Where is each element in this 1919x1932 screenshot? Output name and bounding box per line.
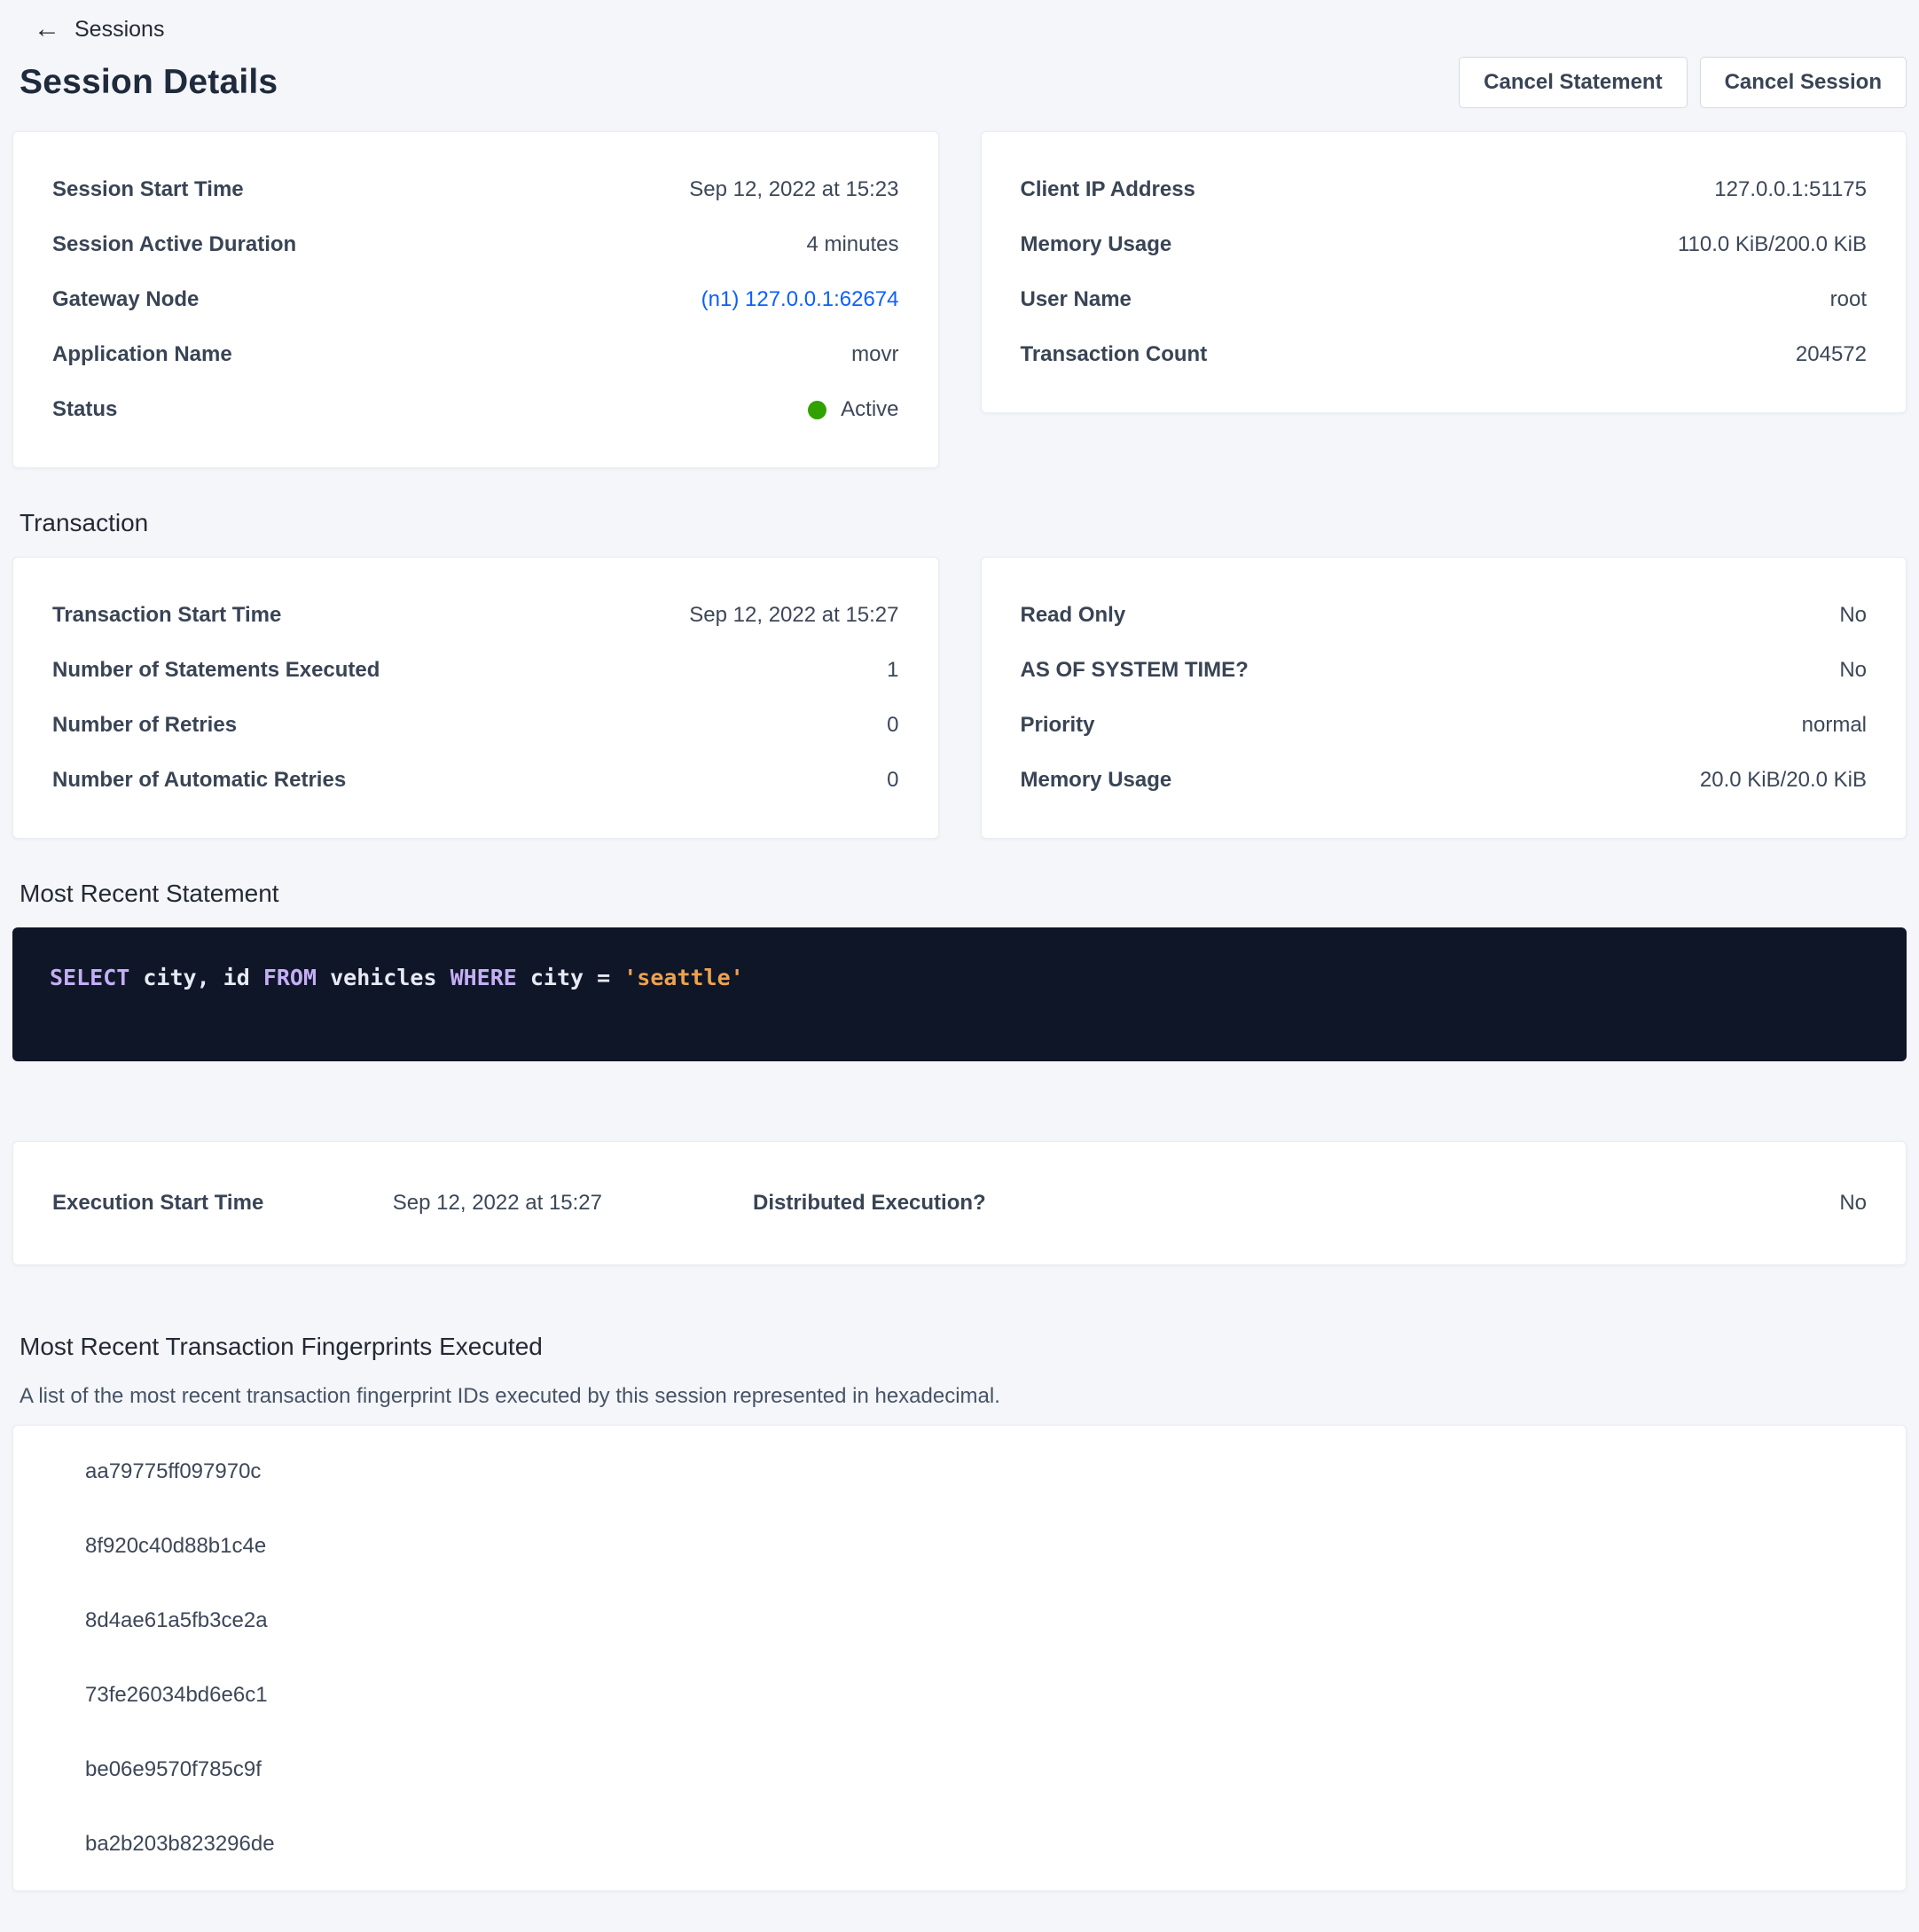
kv-value: No <box>1839 658 1867 683</box>
sql-token-keyword: FROM <box>263 965 317 990</box>
sql-token-plain: vehicles <box>317 965 450 990</box>
kv-value: movr <box>851 342 898 367</box>
kv-label: Transaction Start Time <box>52 603 281 628</box>
kv-label: Client IP Address <box>1021 177 1195 202</box>
kv-label: AS OF SYSTEM TIME? <box>1021 658 1249 683</box>
sql-token-plain: city = <box>517 965 623 990</box>
back-to-sessions-link[interactable]: Sessions <box>74 17 164 43</box>
kv-label: Memory Usage <box>1021 768 1172 793</box>
kv-label: Application Name <box>52 342 232 367</box>
kv-row-application-name: Application Name movr <box>52 327 899 382</box>
fingerprint-list-item: 73fe26034bd6e6c1 <box>13 1658 1906 1733</box>
kv-row-gateway-node: Gateway Node (n1) 127.0.0.1:62674 <box>52 272 899 327</box>
kv-value: 1 <box>887 658 898 683</box>
kv-label: Number of Statements Executed <box>52 658 380 683</box>
kv-row-read-only: Read Only No <box>1021 588 1868 643</box>
sql-token-plain: city, id <box>129 965 263 990</box>
transaction-card-right: Read Only No AS OF SYSTEM TIME? No Prior… <box>981 557 1907 839</box>
transaction-card-left: Transaction Start Time Sep 12, 2022 at 1… <box>12 557 939 839</box>
fingerprint-list-item: be06e9570f785c9f <box>13 1733 1906 1807</box>
kv-row-transaction-count: Transaction Count 204572 <box>1021 327 1868 382</box>
transaction-summary-row: Transaction Start Time Sep 12, 2022 at 1… <box>12 557 1907 839</box>
kv-value: root <box>1830 287 1867 312</box>
status-badge: Active <box>808 397 898 422</box>
kv-label: Priority <box>1021 713 1095 738</box>
kv-row-memory-usage: Memory Usage 110.0 KiB/200.0 KiB <box>1021 217 1868 272</box>
kv-value: normal <box>1802 713 1867 738</box>
fingerprint-list-item: aa79775ff097970c <box>13 1435 1906 1509</box>
status-active-dot-icon <box>808 401 826 419</box>
kv-row-priority: Priority normal <box>1021 698 1868 753</box>
kv-label: User Name <box>1021 287 1132 312</box>
page-title: Session Details <box>20 63 278 102</box>
fingerprints-section-heading: Most Recent Transaction Fingerprints Exe… <box>20 1333 1907 1361</box>
kv-value: 204572 <box>1796 342 1867 367</box>
gateway-node-link[interactable]: (n1) 127.0.0.1:62674 <box>701 287 899 312</box>
header-row: Session Details Cancel Statement Cancel … <box>12 57 1907 108</box>
sql-token-keyword: WHERE <box>450 965 517 990</box>
fingerprints-description: A list of the most recent transaction fi… <box>20 1384 1907 1409</box>
kv-label: Read Only <box>1021 603 1126 628</box>
kv-value: Sep 12, 2022 at 15:23 <box>689 177 898 202</box>
session-summary-row: Session Start Time Sep 12, 2022 at 15:23… <box>12 131 1907 468</box>
kv-label: Execution Start Time <box>52 1191 263 1216</box>
fingerprint-list-item: ba2b203b823296de <box>13 1807 1906 1881</box>
kv-row-transaction-start-time: Transaction Start Time Sep 12, 2022 at 1… <box>52 588 899 643</box>
kv-row-statements-executed: Number of Statements Executed 1 <box>52 643 899 698</box>
fingerprints-card: aa79775ff097970c 8f920c40d88b1c4e 8d4ae6… <box>12 1425 1907 1891</box>
kv-row-session-active-duration: Session Active Duration 4 minutes <box>52 217 899 272</box>
kv-label: Number of Automatic Retries <box>52 768 346 793</box>
cancel-statement-button[interactable]: Cancel Statement <box>1459 57 1687 108</box>
kv-value: 0 <box>887 768 898 793</box>
kv-value: 110.0 KiB/200.0 KiB <box>1678 232 1867 257</box>
fingerprint-list-item: 8f920c40d88b1c4e <box>13 1509 1906 1584</box>
kv-label: Transaction Count <box>1021 342 1208 367</box>
kv-value: 20.0 KiB/20.0 KiB <box>1700 768 1867 793</box>
session-summary-card-right: Client IP Address 127.0.0.1:51175 Memory… <box>981 131 1907 413</box>
transaction-section-heading: Transaction <box>20 509 1907 537</box>
execution-summary-card: Execution Start Time Sep 12, 2022 at 15:… <box>12 1141 1907 1265</box>
kv-label: Memory Usage <box>1021 232 1172 257</box>
kv-row-status: Status Active <box>52 382 899 437</box>
kv-label: Session Start Time <box>52 177 244 202</box>
session-summary-card-left: Session Start Time Sep 12, 2022 at 15:23… <box>12 131 939 468</box>
session-details-page: ← Sessions Session Details Cancel Statem… <box>0 0 1919 1932</box>
sql-token-string: 'seattle' <box>623 965 743 990</box>
kv-value: No <box>1839 603 1867 628</box>
kv-value: 127.0.0.1:51175 <box>1714 177 1867 202</box>
kv-value: No <box>1839 1191 1867 1216</box>
sql-statement-text: SELECT city, id FROM vehicles WHERE city… <box>50 965 1869 990</box>
kv-row-automatic-retries: Number of Automatic Retries 0 <box>52 753 899 808</box>
header-actions: Cancel Statement Cancel Session <box>1459 57 1907 108</box>
kv-row-retries: Number of Retries 0 <box>52 698 899 753</box>
kv-value: Sep 12, 2022 at 15:27 <box>689 603 898 628</box>
kv-row-user-name: User Name root <box>1021 272 1868 327</box>
kv-label: Status <box>52 397 117 422</box>
cancel-session-button[interactable]: Cancel Session <box>1700 57 1907 108</box>
kv-row-execution-start-time: Execution Start Time Sep 12, 2022 at 15:… <box>52 1176 602 1231</box>
kv-label: Number of Retries <box>52 713 237 738</box>
kv-row-as-of-system-time: AS OF SYSTEM TIME? No <box>1021 643 1868 698</box>
kv-label: Session Active Duration <box>52 232 296 257</box>
arrow-left-icon[interactable]: ← <box>34 16 60 43</box>
kv-row-client-ip: Client IP Address 127.0.0.1:51175 <box>1021 162 1868 217</box>
kv-row-session-start-time: Session Start Time Sep 12, 2022 at 15:23 <box>52 162 899 217</box>
kv-value: 4 minutes <box>806 232 898 257</box>
sql-token-keyword: SELECT <box>50 965 129 990</box>
kv-value: Sep 12, 2022 at 15:27 <box>393 1191 602 1216</box>
fingerprint-list-item: 8d4ae61a5fb3ce2a <box>13 1584 1906 1658</box>
kv-value: 0 <box>887 713 898 738</box>
kv-label: Distributed Execution? <box>753 1191 986 1216</box>
kv-row-distributed-execution: Distributed Execution? No <box>753 1176 1867 1231</box>
breadcrumb: ← Sessions <box>12 9 1907 43</box>
status-value: Active <box>841 397 898 422</box>
sql-statement-box: SELECT city, id FROM vehicles WHERE city… <box>12 927 1907 1061</box>
kv-row-txn-memory-usage: Memory Usage 20.0 KiB/20.0 KiB <box>1021 753 1868 808</box>
statement-section-heading: Most Recent Statement <box>20 880 1907 908</box>
kv-label: Gateway Node <box>52 287 199 312</box>
